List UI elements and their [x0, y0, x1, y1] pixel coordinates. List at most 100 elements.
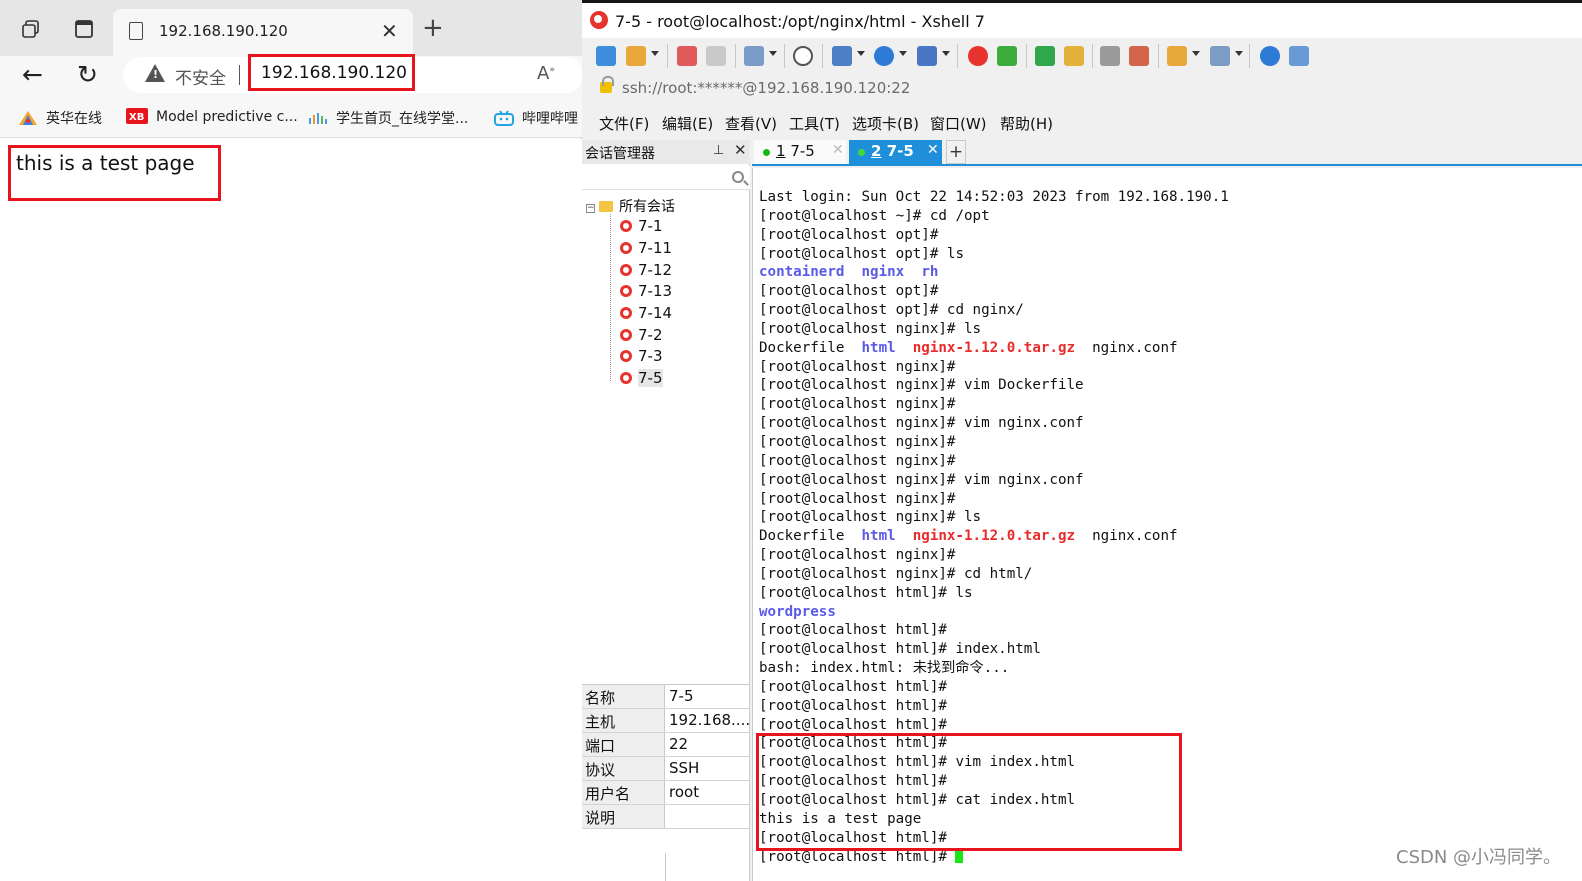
tree-connector: [610, 214, 611, 381]
transfer-icon[interactable]: [832, 46, 852, 66]
divider: [784, 44, 785, 68]
compose-icon[interactable]: [1167, 46, 1187, 66]
session-icon: [620, 350, 632, 362]
terminal-highlight-box: [756, 733, 1182, 851]
tree-item-session[interactable]: 7-14: [620, 304, 672, 322]
terminal-line: [root@localhost nginx]# ls: [759, 508, 1229, 527]
bookmark-item[interactable]: XB Model predictive c...: [126, 108, 298, 125]
terminal-text: [root@localhost opt]#: [759, 226, 939, 243]
terminal-line: [root@localhost nginx]# vim nginx.conf: [759, 414, 1229, 433]
session-properties: 名称 7-5 主机 192.168.... 端口 22 协议 SSH 用户名 root 说…: [582, 684, 750, 881]
terminal-tab-1[interactable]: 1 7-5 ✕: [754, 140, 846, 164]
menu-view[interactable]: 查看(V): [725, 113, 777, 134]
warning-icon[interactable]: !: [145, 64, 165, 82]
dropdown-arrow-icon[interactable]: [942, 51, 950, 56]
reconnect-icon[interactable]: [706, 46, 726, 66]
close-tab-icon[interactable]: ✕: [381, 19, 398, 43]
menu-file[interactable]: 文件(F): [599, 113, 649, 134]
ssh-address[interactable]: ssh://root:******@192.168.190.120:22: [622, 79, 910, 97]
dropdown-arrow-icon[interactable]: [899, 51, 907, 56]
dropdown-arrow-icon[interactable]: [1235, 51, 1243, 56]
divider: [957, 44, 958, 68]
address-bar[interactable]: ! 不安全 192.168.190.120 A»: [123, 54, 583, 93]
bookmark-item[interactable]: 学生首页_在线学堂...: [308, 108, 468, 128]
tree-root-all-sessions[interactable]: − 所有会话: [586, 196, 675, 216]
security-status[interactable]: 不安全: [175, 64, 226, 89]
tree-item-session[interactable]: 7-11: [620, 239, 672, 257]
vertical-tabs-icon[interactable]: [73, 18, 95, 40]
close-icon[interactable]: ✕: [734, 141, 747, 159]
terminal-highlighted-text: nginx-1.12.0.tar.gz: [912, 528, 1076, 545]
bookmark-item[interactable]: 哔哩哔哩: [494, 108, 578, 128]
chat-icon[interactable]: [1289, 46, 1309, 66]
terminal-text: nginx.conf: [1075, 339, 1178, 356]
search-icon[interactable]: [732, 171, 744, 183]
page-highlight-box: this is a test page: [8, 145, 221, 201]
new-session-icon[interactable]: [596, 46, 616, 66]
font-icon[interactable]: [917, 46, 937, 66]
refresh-button[interactable]: ↻: [77, 60, 98, 90]
terminal-text: [root@localhost nginx]# vim nginx.conf: [759, 471, 1084, 488]
new-tab-button[interactable]: +: [422, 15, 444, 41]
tree-item-session-selected[interactable]: 7-5: [620, 369, 663, 387]
property-value: 192.168....: [669, 711, 751, 729]
session-icon: [620, 329, 632, 341]
help-icon[interactable]: [1260, 46, 1280, 66]
browser-tab-active[interactable]: 192.168.190.120 ✕: [113, 9, 413, 56]
terminal-output[interactable]: Last login: Sun Oct 22 14:52:03 2023 fro…: [752, 168, 1582, 881]
properties-icon[interactable]: [744, 46, 764, 66]
keyboard-icon[interactable]: [1100, 46, 1120, 66]
session-search-input[interactable]: [582, 166, 750, 190]
highlight-icon[interactable]: [1129, 46, 1149, 66]
workspaces-icon[interactable]: [21, 18, 43, 40]
menu-window[interactable]: 窗口(W): [930, 113, 987, 134]
terminal-tab-2-active[interactable]: 2 7-5 ✕: [849, 140, 942, 164]
session-address-bar[interactable]: ssh://root:******@192.168.190.120:22: [590, 76, 1582, 102]
dropdown-arrow-icon[interactable]: [769, 51, 777, 56]
menu-edit[interactable]: 编辑(E): [662, 113, 713, 134]
layout-icon[interactable]: [1210, 46, 1230, 66]
terminal-highlighted-text: html: [861, 339, 896, 356]
property-key: 主机: [582, 709, 665, 732]
collapse-icon[interactable]: −: [586, 204, 595, 213]
read-aloud-icon[interactable]: A»: [537, 63, 555, 84]
lock-toolbar-icon[interactable]: [1064, 46, 1084, 66]
open-folder-icon[interactable]: [626, 46, 646, 66]
globe-icon[interactable]: [874, 46, 894, 66]
xshell-title-bar: 7-5 - root@localhost:/opt/nginx/html - X…: [582, 0, 1582, 38]
dropdown-arrow-icon[interactable]: [857, 51, 865, 56]
find-icon[interactable]: [793, 46, 813, 66]
fullscreen-icon[interactable]: [1035, 46, 1055, 66]
tree-item-session[interactable]: 7-13: [620, 282, 672, 300]
terminal-text: [root@localhost html]# ls: [759, 584, 973, 601]
url-text[interactable]: 192.168.190.120: [261, 63, 407, 83]
tree-item-session[interactable]: 7-2: [620, 326, 663, 344]
menu-help[interactable]: 帮助(H): [1000, 113, 1053, 134]
add-tab-button[interactable]: +: [946, 140, 966, 164]
tree-item-session[interactable]: 7-12: [620, 261, 672, 279]
menu-tools[interactable]: 工具(T): [789, 113, 840, 134]
session-manager-panel: 会话管理器 ⊥ ✕ − 所有会话 7-1 7-11 7-12 7-13 7-14 …: [582, 140, 750, 881]
dropdown-arrow-icon[interactable]: [1192, 51, 1200, 56]
close-tab-icon[interactable]: ✕: [832, 142, 844, 158]
menu-tabs[interactable]: 选项卡(B): [852, 113, 919, 134]
tree-item-session[interactable]: 7-1: [620, 217, 663, 235]
xshell-icon[interactable]: [968, 46, 988, 66]
bookmark-item[interactable]: 英华在线: [18, 108, 102, 128]
tab-number: 2: [871, 142, 882, 160]
tree-item-session[interactable]: 7-3: [620, 347, 663, 365]
tab-number: 1: [776, 142, 786, 160]
connected-status-icon: [763, 149, 770, 156]
terminal-text: [root@localhost nginx]#: [759, 547, 956, 564]
terminal-line: Last login: Sun Oct 22 14:52:03 2023 fro…: [759, 188, 1229, 207]
xftp-icon[interactable]: [997, 46, 1017, 66]
dropdown-arrow-icon[interactable]: [651, 51, 659, 56]
page-text: this is a test page: [16, 151, 195, 175]
close-tab-icon[interactable]: ✕: [927, 142, 939, 158]
property-key: 名称: [582, 685, 665, 708]
disconnect-icon[interactable]: [677, 46, 697, 66]
terminal-line: [root@localhost opt]# ls: [759, 245, 1229, 264]
pin-icon[interactable]: ⊥: [713, 143, 724, 158]
back-button[interactable]: ←: [22, 60, 43, 90]
